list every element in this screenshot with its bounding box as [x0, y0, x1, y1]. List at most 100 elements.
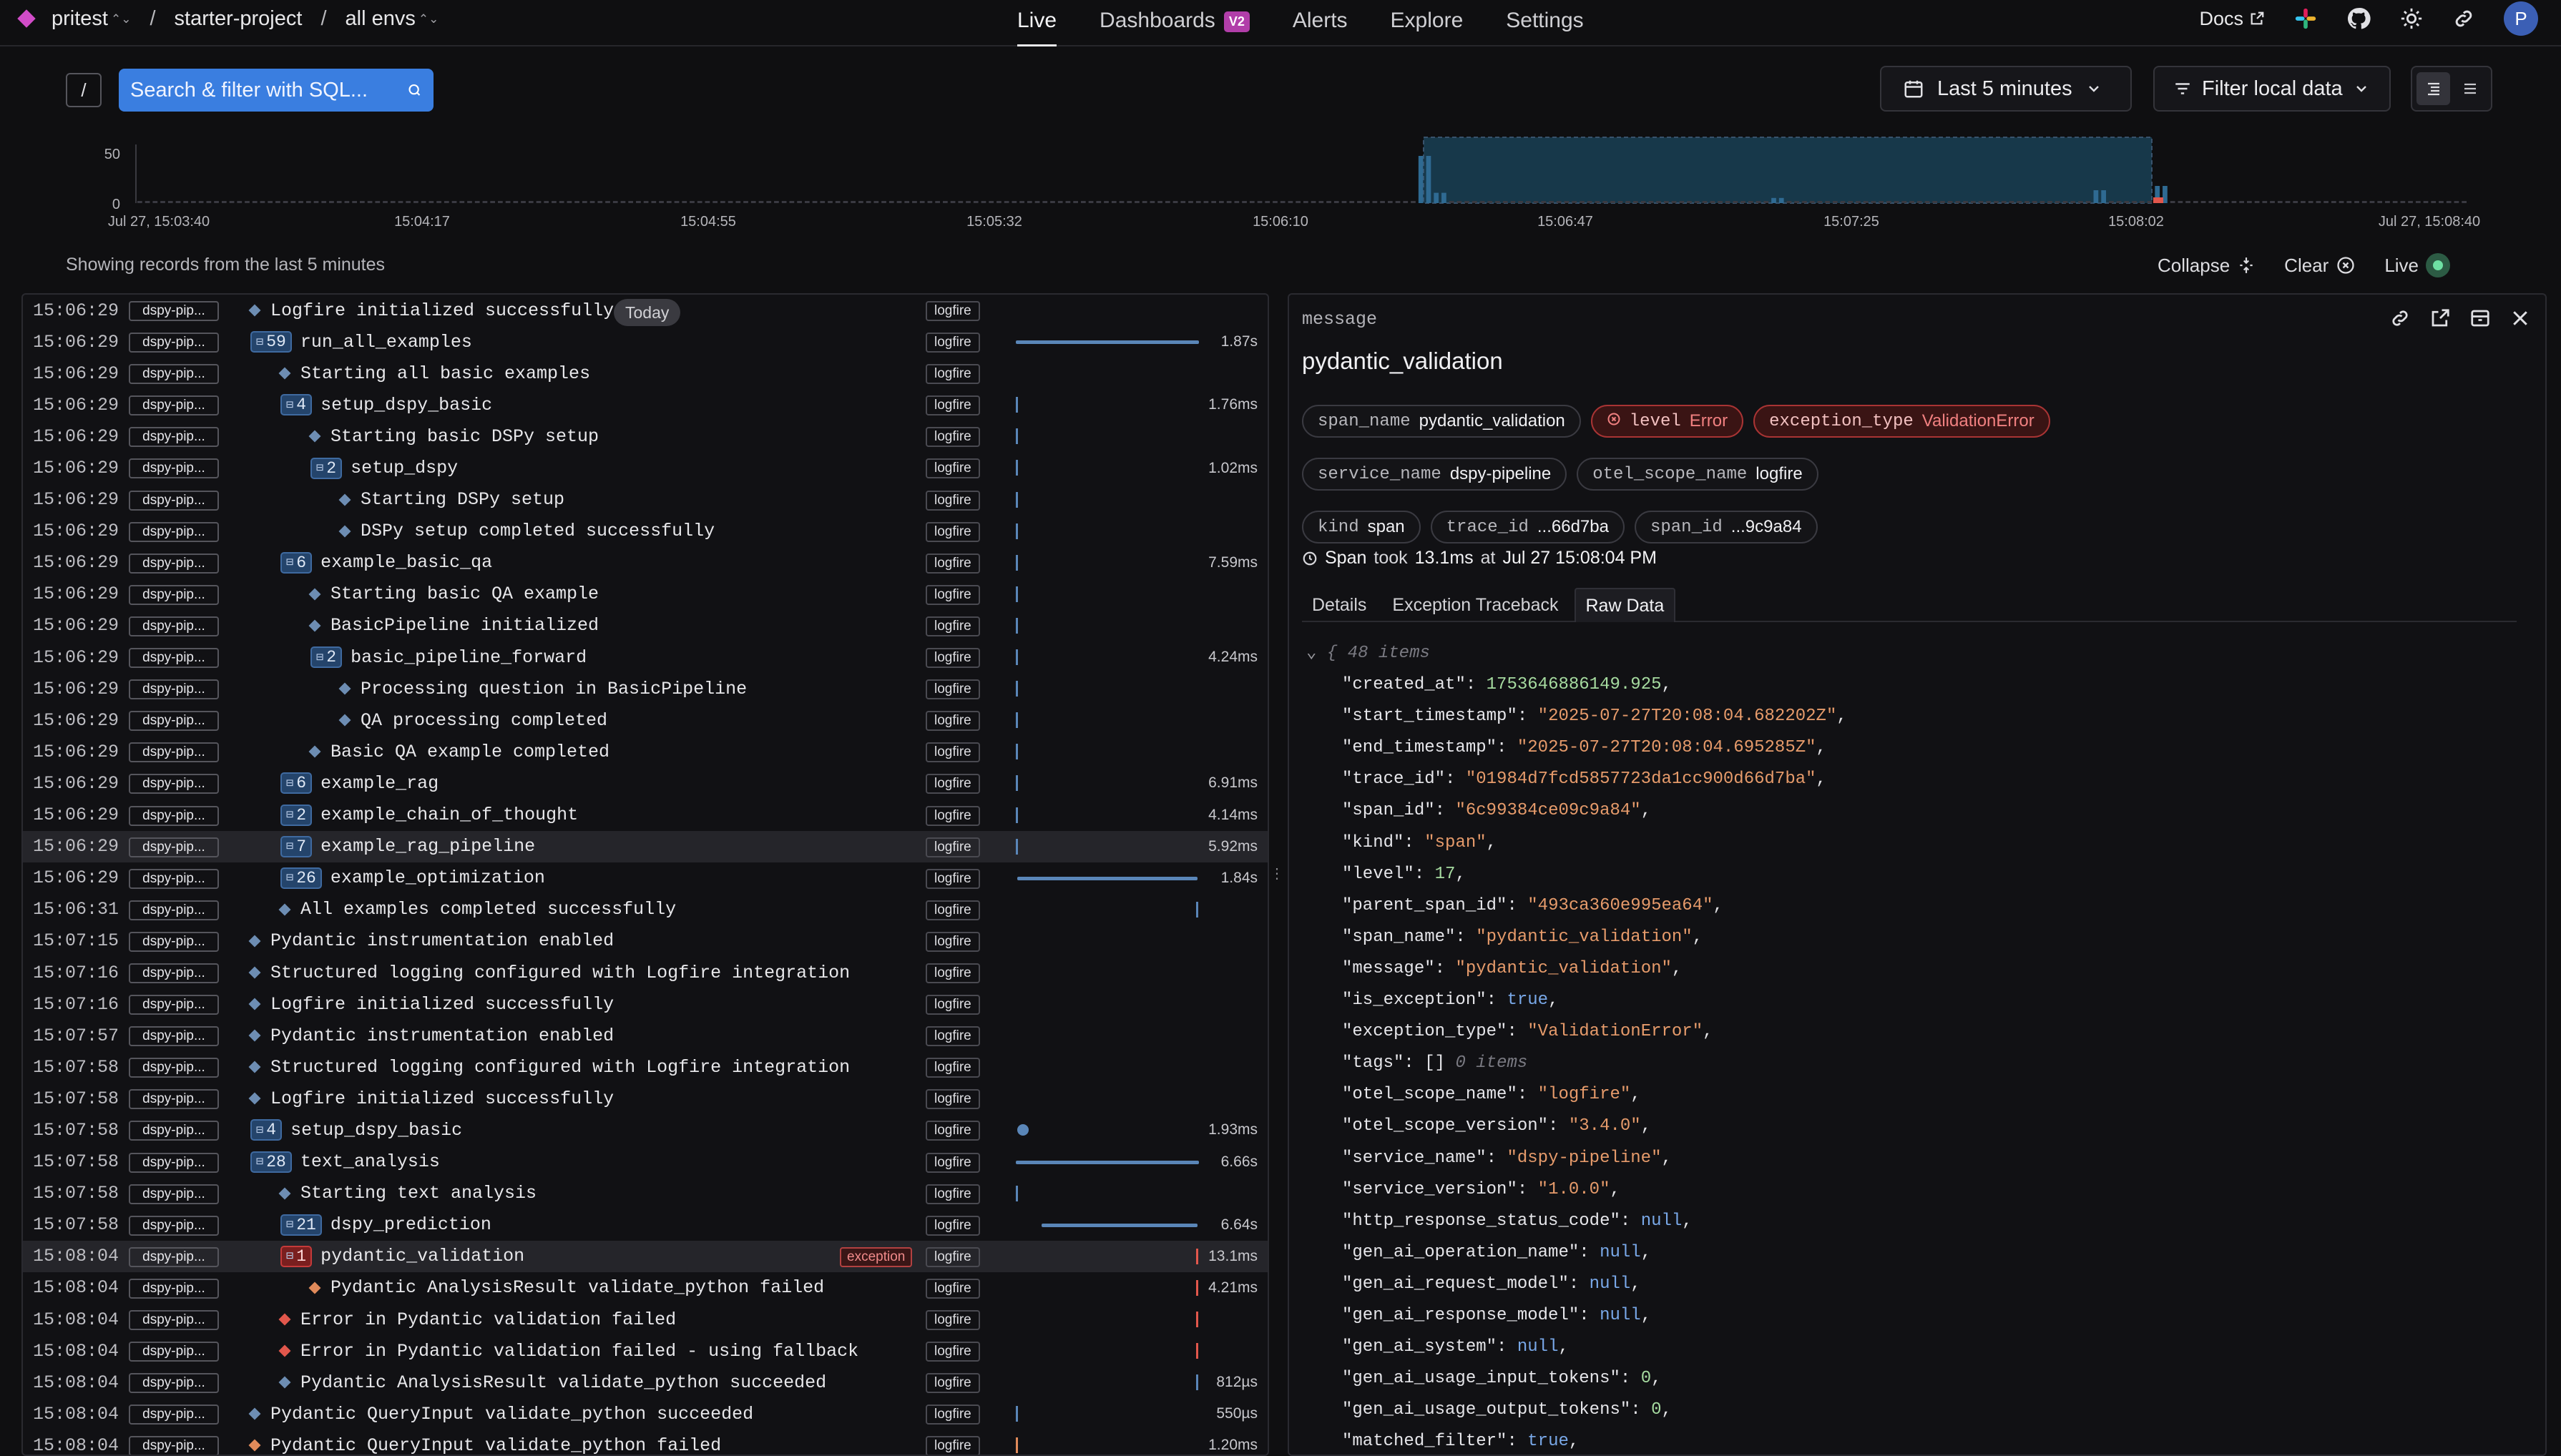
- child-count-toggle[interactable]: ⊟ 28: [250, 1151, 292, 1173]
- table-row[interactable]: 15:07:58 dspy-pip... ⊟ 21 dspy_prediction log…: [23, 1209, 1268, 1241]
- attribute-chip-otel-scope-name[interactable]: otel_scope_name logfire: [1577, 458, 1818, 491]
- close-icon[interactable]: [2509, 308, 2531, 329]
- table-row[interactable]: 15:06:29 dspy-pip... ⊟ 7 example_rag_pipelin…: [23, 830, 1268, 862]
- tab-alerts[interactable]: Alerts: [1271, 0, 1369, 46]
- message-text: Starting basic DSPy setup: [330, 426, 599, 447]
- tab-live[interactable]: Live: [996, 0, 1078, 46]
- service-badge: dspy-pip...: [129, 1121, 219, 1141]
- env-selector[interactable]: all envs ⌃⌄: [346, 7, 439, 31]
- flat-view-button[interactable]: [2453, 72, 2487, 105]
- child-count-toggle[interactable]: ⊟ 1: [280, 1245, 313, 1267]
- attribute-chip-level[interactable]: level Error: [1590, 405, 1744, 438]
- table-row[interactable]: 15:06:29 dspy-pip... Starting all basic ex…: [23, 358, 1268, 389]
- tree-view-button[interactable]: [2416, 72, 2450, 105]
- tab-settings[interactable]: Settings: [1484, 0, 1605, 46]
- table-row[interactable]: 15:08:04 dspy-pip... Pydantic QueryInput v…: [23, 1398, 1268, 1430]
- table-row[interactable]: 15:06:29 dspy-pip... Processing question i…: [23, 673, 1268, 704]
- archive-icon[interactable]: [2469, 308, 2491, 329]
- slack-icon[interactable]: [2293, 6, 2318, 31]
- child-count-toggle[interactable]: ⊟ 6: [280, 772, 313, 795]
- table-row[interactable]: 15:07:16 dspy-pip... Logfire initialized s…: [23, 988, 1268, 1020]
- attribute-chip-kind[interactable]: kind span: [1302, 511, 1421, 543]
- collapse-button[interactable]: Collapse: [2158, 255, 2256, 277]
- table-row[interactable]: 15:07:15 dspy-pip... Pydantic instrumentat…: [23, 925, 1268, 957]
- table-row[interactable]: 15:06:29 dspy-pip... ⊟ 59 run_all_examples lo…: [23, 326, 1268, 358]
- link-icon[interactable]: [2389, 308, 2411, 329]
- table-row[interactable]: 15:06:29 dspy-pip... ⊟ 4 setup_dspy_basic log…: [23, 389, 1268, 420]
- theme-toggle-sun-icon[interactable]: [2399, 6, 2424, 31]
- timeline-histogram[interactable]: 50 0 Jul 27, 15:03:40 15:04:17 15:04:55 15:05…: [0, 129, 2561, 236]
- table-row[interactable]: 15:06:29 dspy-pip... ⊟ 26 example_optimizati…: [23, 862, 1268, 894]
- child-count-toggle[interactable]: ⊟ 2: [280, 804, 313, 826]
- tab-raw-data[interactable]: Raw Data: [1574, 588, 1676, 622]
- table-row[interactable]: 15:06:29 dspy-pip... ⊟ 2 basic_pipeline_forw…: [23, 641, 1268, 673]
- tab-exception-traceback[interactable]: Exception Traceback: [1382, 588, 1568, 622]
- table-row[interactable]: 15:06:29 dspy-pip... Starting DSPy setup lo…: [23, 484, 1268, 516]
- table-row[interactable]: 15:06:29 dspy-pip... Starting basic QA exa…: [23, 579, 1268, 610]
- table-row[interactable]: 15:07:57 dspy-pip... Pydantic instrumentat…: [23, 1020, 1268, 1051]
- panel-resize-handle[interactable]: ⋮: [1270, 862, 1284, 884]
- histogram-bar: [1886, 201, 1891, 203]
- search-icon[interactable]: [407, 79, 422, 101]
- org-selector[interactable]: pritest ⌃⌄: [52, 7, 131, 31]
- github-icon[interactable]: [2346, 6, 2371, 31]
- avatar[interactable]: P: [2504, 1, 2538, 36]
- table-row[interactable]: 15:07:58 dspy-pip... ⊟ 4 setup_dspy_basic log…: [23, 1114, 1268, 1146]
- table-row[interactable]: 15:08:04 dspy-pip... Pydantic AnalysisResu…: [23, 1272, 1268, 1304]
- table-row[interactable]: 15:07:58 dspy-pip... ⊟ 28 text_analysis logfi…: [23, 1146, 1268, 1178]
- table-row[interactable]: 15:07:16 dspy-pip... Structured logging co…: [23, 957, 1268, 988]
- copy-link-icon[interactable]: [2452, 7, 2475, 30]
- table-row[interactable]: 15:06:29 dspy-pip... ⊟ 2 setup_dspy logfire 1.…: [23, 452, 1268, 483]
- table-row[interactable]: 15:08:04 dspy-pip... Pydantic QueryInput v…: [23, 1430, 1268, 1455]
- table-row[interactable]: 15:06:29 dspy-pip... DSPy setup completed …: [23, 516, 1268, 547]
- child-count-toggle[interactable]: ⊟ 4: [250, 1119, 283, 1141]
- json-key: gen_ai_response_model: [1352, 1305, 1569, 1325]
- open-new-tab-icon[interactable]: [2429, 308, 2451, 329]
- table-row[interactable]: 15:07:58 dspy-pip... Logfire initialized s…: [23, 1083, 1268, 1114]
- time-range-button[interactable]: Last 5 minutes: [1880, 66, 2132, 112]
- histogram-bar: [2062, 201, 2068, 203]
- child-count-toggle[interactable]: ⊟ 4: [280, 394, 313, 416]
- child-count-toggle[interactable]: ⊟ 2: [310, 457, 343, 479]
- table-row[interactable]: 15:06:29 dspy-pip... Starting basic DSPy s…: [23, 420, 1268, 452]
- table-row[interactable]: 15:07:58 dspy-pip... Starting text analysi…: [23, 1178, 1268, 1209]
- live-toggle[interactable]: Live: [2384, 253, 2451, 277]
- table-row[interactable]: 15:06:31 dspy-pip... All examples complete…: [23, 894, 1268, 925]
- child-count-toggle[interactable]: ⊟ 21: [280, 1214, 322, 1236]
- filter-local-data-button[interactable]: Filter local data: [2153, 66, 2391, 112]
- collapse-icon: [2240, 257, 2253, 273]
- table-row[interactable]: 15:06:29 dspy-pip... ⊟ 6 example_rag logfire 6…: [23, 767, 1268, 799]
- search-input[interactable]: [130, 78, 400, 102]
- table-row[interactable]: 15:08:04 dspy-pip... Error in Pydantic val…: [23, 1335, 1268, 1367]
- clear-button[interactable]: Clear: [2284, 255, 2356, 277]
- child-count-toggle[interactable]: ⊟ 6: [280, 551, 313, 574]
- json-header[interactable]: ⌄ { 48 items: [1306, 638, 1847, 669]
- table-row[interactable]: 15:08:04 dspy-pip... Error in Pydantic val…: [23, 1304, 1268, 1335]
- table-row[interactable]: 15:06:29 dspy-pip... Basic QA example comp…: [23, 736, 1268, 767]
- attribute-chip-span-name[interactable]: span_name pydantic_validation: [1302, 405, 1581, 438]
- table-row[interactable]: 15:06:29 dspy-pip... ⊟ 2 example_chain_of_th…: [23, 800, 1268, 831]
- attribute-chip-span-id[interactable]: span_id ...9c9a84: [1634, 511, 1818, 543]
- child-count-toggle[interactable]: ⊟ 26: [280, 867, 322, 889]
- tab-details[interactable]: Details: [1302, 588, 1376, 622]
- histogram-bar: [1226, 201, 1232, 203]
- project-selector[interactable]: starter-project: [175, 7, 303, 31]
- attribute-chip-trace-id[interactable]: trace_id ...66d7ba: [1430, 511, 1625, 543]
- table-row[interactable]: 15:06:29 dspy-pip... BasicPipeline initial…: [23, 610, 1268, 641]
- table-row[interactable]: 15:06:29 dspy-pip... ⊟ 6 example_basic_qa log…: [23, 547, 1268, 579]
- table-row[interactable]: 15:08:04 dspy-pip... Pydantic AnalysisResu…: [23, 1367, 1268, 1398]
- child-count-toggle[interactable]: ⊟ 7: [280, 835, 313, 857]
- child-count-toggle[interactable]: ⊟ 59: [250, 331, 292, 353]
- table-row[interactable]: 15:07:58 dspy-pip... Structured logging co…: [23, 1051, 1268, 1083]
- collapse-chevron-icon[interactable]: ⌄: [1306, 644, 1327, 663]
- table-row[interactable]: 15:08:04 dspy-pip... ⊟ 1 pydantic_validation…: [23, 1240, 1268, 1272]
- search-bar[interactable]: [119, 69, 434, 112]
- selection-region[interactable]: [1423, 137, 2153, 204]
- docs-link[interactable]: Docs: [2199, 8, 2265, 30]
- child-count-toggle[interactable]: ⊟ 2: [310, 646, 343, 669]
- table-row[interactable]: 15:06:29 dspy-pip... QA processing complet…: [23, 704, 1268, 736]
- tab-explore[interactable]: Explore: [1369, 0, 1485, 46]
- attribute-chip-service-name[interactable]: service_name dspy-pipeline: [1302, 458, 1567, 491]
- attribute-chip-exception-type[interactable]: exception_type ValidationError: [1753, 405, 2050, 438]
- tab-dashboards[interactable]: Dashboards V2: [1078, 0, 1271, 46]
